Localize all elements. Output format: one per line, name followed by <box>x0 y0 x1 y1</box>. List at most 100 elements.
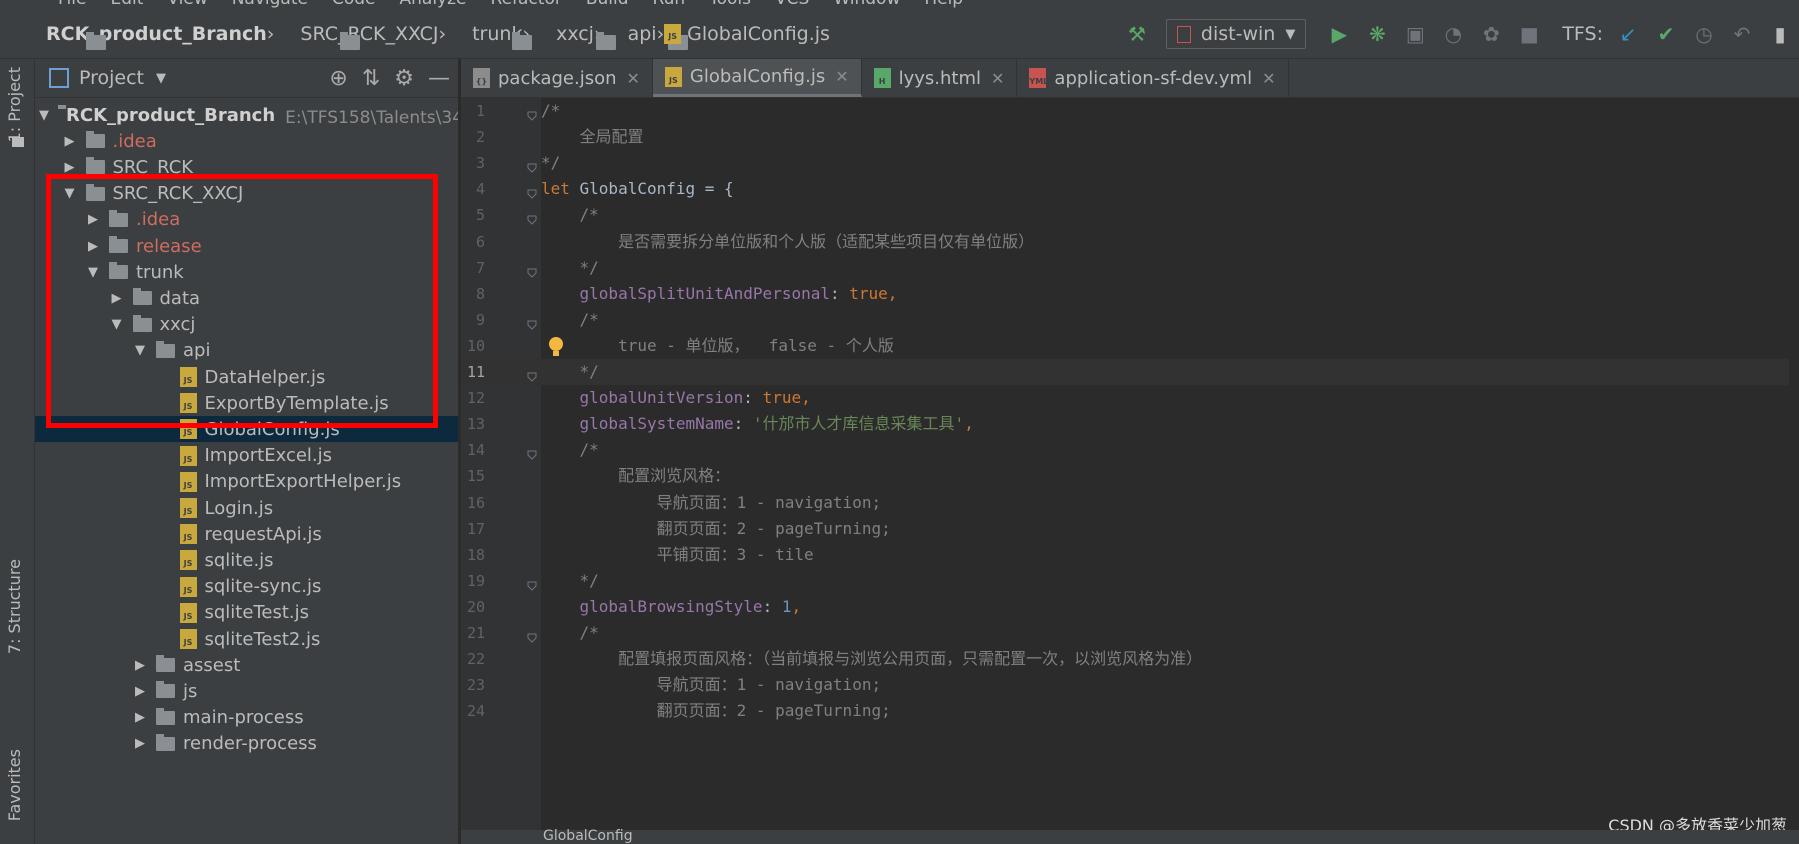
expand-arrow-icon[interactable]: ▼ <box>133 343 147 358</box>
code-line[interactable]: 19 */ <box>461 568 1799 594</box>
expand-arrow-icon[interactable]: ▼ <box>63 186 77 201</box>
close-icon[interactable]: ✕ <box>991 69 1004 88</box>
project-tool-tab[interactable]: 1: Project <box>5 67 24 142</box>
menu-item[interactable]: Run <box>653 0 686 9</box>
menu-item[interactable]: Code <box>332 0 376 9</box>
tree-root[interactable]: ▼ RCK_product_Branch E:\TFS158\Talents\3… <box>35 102 458 128</box>
minimize-icon[interactable]: — <box>428 66 450 91</box>
code-line[interactable]: 5 /* <box>461 202 1799 228</box>
coverage-icon[interactable]: ▣ <box>1403 22 1427 46</box>
tree-folder[interactable]: ▶ main-process <box>35 705 458 731</box>
breadcrumb-item[interactable]: SRC_RCK_XXCJ <box>274 23 439 50</box>
code-line[interactable]: 16 导航页面：1 - navigation; <box>461 490 1799 516</box>
fold-marker-icon[interactable] <box>527 367 537 382</box>
tree-folder[interactable]: ▶ SRC_RCK <box>35 154 458 180</box>
close-icon[interactable]: ✕ <box>627 69 640 88</box>
fold-marker-icon[interactable] <box>527 210 537 226</box>
collapse-arrow-icon[interactable]: ▶ <box>133 684 147 699</box>
breadcrumb-item[interactable]: JS GlobalConfig.js <box>664 23 830 45</box>
tree-folder[interactable]: ▶ assest <box>35 652 458 678</box>
code-line[interactable]: 23 导航页面：1 - navigation; <box>461 672 1799 698</box>
code-line[interactable]: 2 全局配置 <box>461 124 1799 150</box>
structure-tool-tab[interactable]: 7: Structure <box>5 559 24 654</box>
collapse-arrow-icon[interactable]: ▶ <box>63 160 77 175</box>
code-line[interactable]: 11 */ <box>461 359 1799 385</box>
expand-arrow-icon[interactable]: ▼ <box>39 108 49 123</box>
code-line[interactable]: 15 配置浏览风格： <box>461 463 1799 489</box>
run-configuration-select[interactable]: dist-win ▼ <box>1165 19 1307 49</box>
rollback-icon[interactable]: ↶ <box>1730 22 1754 46</box>
code-line[interactable]: 14 /* <box>461 437 1799 463</box>
close-icon[interactable]: ✕ <box>1262 69 1275 88</box>
debug-icon[interactable]: ❋ <box>1365 22 1389 46</box>
code-line[interactable]: 13 globalSystemName: '什邡市人才库信息采集工具', <box>461 411 1799 437</box>
tree-file[interactable]: JS sqlite-sync.js <box>35 574 458 600</box>
breadcrumb-item[interactable]: xxcj <box>530 23 617 50</box>
tree-folder[interactable]: ▶ js <box>35 678 458 704</box>
tree-folder[interactable]: ▶ release <box>35 233 458 259</box>
gear-icon[interactable]: ⚙ <box>394 66 414 91</box>
code-line[interactable]: 6 是否需要拆分单位版和个人版（适配某些项目仅有单位版） <box>461 229 1799 255</box>
fold-marker-icon[interactable] <box>527 263 537 278</box>
tree-file[interactable]: JS ImportExportHelper.js <box>35 469 458 495</box>
editor-tab[interactable]: Hlyys.html ✕ <box>862 59 1018 97</box>
tree-file[interactable]: JS sqliteTest.js <box>35 600 458 626</box>
tree-file[interactable]: JS sqlite.js <box>35 547 458 573</box>
chevron-down-icon[interactable]: ▼ <box>156 71 166 86</box>
code-line[interactable]: 10 true - 单位版， false - 个人版 <box>461 333 1799 359</box>
collapse-arrow-icon[interactable]: ▶ <box>63 134 77 149</box>
fold-marker-icon[interactable] <box>527 158 537 173</box>
locate-target-icon[interactable]: ⊕ <box>329 66 347 91</box>
tree-file[interactable]: JS DataHelper.js <box>35 364 458 390</box>
menu-item[interactable]: Navigate <box>232 0 308 9</box>
collapse-arrow-icon[interactable]: ▶ <box>86 239 100 254</box>
collapse-arrow-icon[interactable]: ▶ <box>86 212 100 227</box>
code-line[interactable]: 17 翻页页面：2 - pageTurning; <box>461 516 1799 542</box>
collapse-arrow-icon[interactable]: ▶ <box>133 658 147 673</box>
profile-icon[interactable]: ◔ <box>1441 22 1465 46</box>
collapse-arrow-icon[interactable]: ▶ <box>133 736 147 751</box>
collapse-arrow-icon[interactable]: ▶ <box>110 291 124 306</box>
tree-folder[interactable]: ▼ api <box>35 338 458 364</box>
tree-file[interactable]: JS ExportByTemplate.js <box>35 390 458 416</box>
tree-file[interactable]: JS requestApi.js <box>35 521 458 547</box>
code-line[interactable]: 8 globalSplitUnitAndPersonal: true, <box>461 281 1799 307</box>
tree-file[interactable]: JS Login.js <box>35 495 458 521</box>
attach-icon[interactable]: ✿ <box>1479 22 1503 46</box>
breadcrumb-item[interactable]: trunk <box>446 23 533 50</box>
code-line[interactable]: 22 配置填报页面风格：（当前填报与浏览公用页面，只需配置一次，以浏览风格为准） <box>461 646 1799 672</box>
expand-arrow-icon[interactable]: ▼ <box>110 317 124 332</box>
collapse-arrow-icon[interactable]: ▶ <box>133 710 147 725</box>
expand-arrow-icon[interactable]: ▼ <box>86 265 100 280</box>
code-line[interactable]: 1 /* <box>461 98 1799 124</box>
editor-scrollbar[interactable] <box>1789 98 1799 844</box>
fold-marker-icon[interactable] <box>527 184 537 200</box>
code-line[interactable]: 24 翻页页面：2 - pageTurning; <box>461 698 1799 724</box>
menu-item[interactable]: Refactor <box>491 0 562 9</box>
code-line[interactable]: 4 let GlobalConfig = { <box>461 176 1799 202</box>
menu-item[interactable]: Help <box>924 0 963 9</box>
code-line[interactable]: 21 /* <box>461 620 1799 646</box>
project-view-select[interactable]: Project <box>79 67 144 89</box>
fold-marker-icon[interactable] <box>527 106 537 121</box>
build-hammer-icon[interactable]: ⚒ <box>1125 22 1149 46</box>
stop-icon[interactable]: ■ <box>1517 22 1541 46</box>
code-editor[interactable]: 1/* 2 全局配置 3 */4 let GlobalConfig = {5 /* 6 是… <box>461 98 1799 844</box>
update-arrow-icon[interactable]: ↙ <box>1616 22 1640 46</box>
code-line[interactable]: 12 globalUnitVersion: true, <box>461 385 1799 411</box>
editor-tab[interactable]: YML application-sf-dev.yml ✕ <box>1017 59 1289 97</box>
fold-marker-icon[interactable] <box>527 315 537 330</box>
tree-file[interactable]: JS ImportExcel.js <box>35 443 458 469</box>
code-line[interactable]: 20 globalBrowsingStyle: 1, <box>461 594 1799 620</box>
code-line[interactable]: 3 */ <box>461 150 1799 176</box>
menu-item[interactable]: Tools <box>709 0 751 9</box>
tree-folder[interactable]: ▶ render-process <box>35 731 458 757</box>
commit-check-icon[interactable]: ✔ <box>1654 22 1678 46</box>
tree-file[interactable]: JS GlobalConfig.js <box>35 416 458 443</box>
favorites-tool-tab[interactable]: Favorites <box>5 749 24 821</box>
editor-tab[interactable]: {} package.json ✕ <box>461 59 653 97</box>
fold-marker-icon[interactable] <box>527 445 537 461</box>
editor-tab[interactable]: JS GlobalConfig.js ✕ <box>652 59 862 97</box>
breadcrumb-item[interactable]: RCK_product_Branch <box>20 23 267 50</box>
code-line[interactable]: 7 */ <box>461 255 1799 281</box>
